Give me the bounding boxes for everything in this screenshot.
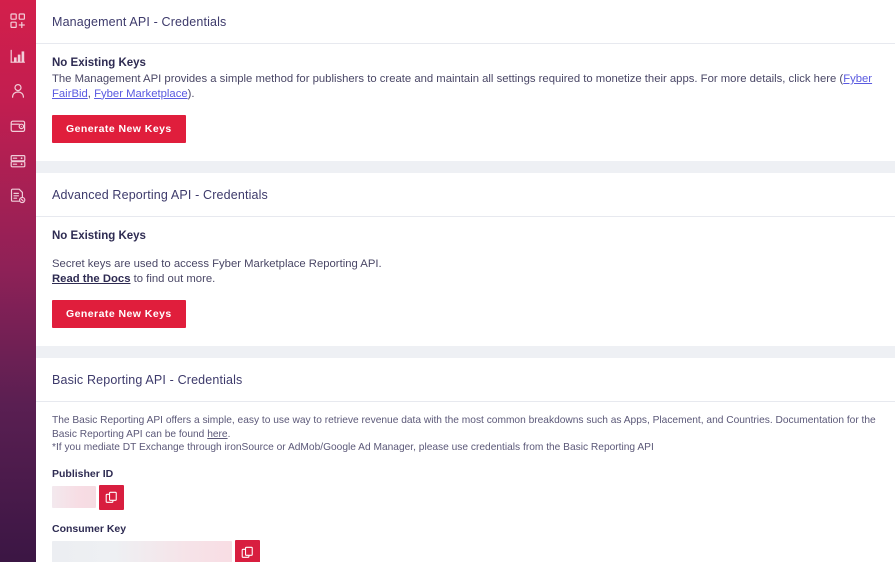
consumer-key-label: Consumer Key <box>52 522 127 535</box>
card-advanced-reporting-api: Advanced Reporting API - Credentials No … <box>36 173 895 346</box>
sidebar-item-payments[interactable] <box>7 115 29 137</box>
management-description-part3: ). <box>187 87 195 100</box>
sidebar-item-reports[interactable] <box>7 45 29 67</box>
wallet-icon <box>9 117 27 135</box>
card-body-management: No Existing Keys The Management API prov… <box>36 44 895 161</box>
card-gap-1 <box>36 161 895 173</box>
sidebar <box>0 0 36 562</box>
app-root: Management API - Credentials No Existing… <box>0 0 895 562</box>
apps-add-icon <box>9 12 27 30</box>
consumer-key-value[interactable] <box>52 541 232 562</box>
generate-new-keys-advanced-button[interactable]: Generate New Keys <box>52 300 186 328</box>
card-title-basic-reporting: Basic Reporting API - Credentials <box>36 358 895 402</box>
copy-consumer-key-button[interactable] <box>235 539 260 562</box>
copy-publisher-id-button[interactable] <box>99 484 124 510</box>
sidebar-item-api-credentials[interactable] <box>7 185 29 207</box>
sidebar-item-account[interactable] <box>7 80 29 102</box>
basic-reporting-description-part1: The Basic Reporting API offers a simple,… <box>52 415 876 440</box>
management-description: The Management API provides a simple met… <box>52 72 879 101</box>
card-basic-reporting-api: Basic Reporting API - Credentials The Ba… <box>36 358 895 562</box>
management-description-part1: The Management API provides a simple met… <box>52 73 844 85</box>
main-content: Management API - Credentials No Existing… <box>36 0 895 562</box>
card-management-api: Management API - Credentials No Existing… <box>36 0 895 161</box>
basic-reporting-description-part2: . <box>227 428 231 440</box>
card-title-advanced-reporting: Advanced Reporting API - Credentials <box>36 173 895 217</box>
card-body-advanced-reporting: No Existing Keys Secret keys are used to… <box>36 217 895 346</box>
copy-icon <box>241 546 254 559</box>
basic-reporting-note: *If you mediate DT Exchange through iron… <box>52 442 654 453</box>
card-body-basic-reporting: The Basic Reporting API offers a simple,… <box>36 402 895 562</box>
card-gap-2 <box>36 346 895 358</box>
basic-reporting-here-link[interactable]: here <box>207 429 227 440</box>
card-title-management: Management API - Credentials <box>36 0 895 44</box>
server-icon <box>9 152 27 170</box>
advanced-reporting-line2: to find out more. <box>130 272 216 285</box>
fyber-marketplace-link[interactable]: Fyber Marketplace <box>94 88 188 100</box>
advanced-reporting-status: No Existing Keys <box>52 230 146 242</box>
bar-chart-icon <box>9 47 27 65</box>
advanced-reporting-line1: Secret keys are used to access Fyber Mar… <box>52 258 382 270</box>
management-status: No Existing Keys <box>52 57 146 69</box>
document-settings-icon <box>9 187 27 205</box>
advanced-reporting-description: Secret keys are used to access Fyber Mar… <box>52 257 879 286</box>
consumer-key-row <box>52 539 879 562</box>
copy-icon <box>105 491 118 504</box>
sidebar-item-mediation[interactable] <box>7 150 29 172</box>
user-icon <box>9 82 27 100</box>
publisher-id-row <box>52 484 879 510</box>
sidebar-item-apps[interactable] <box>7 10 29 32</box>
publisher-id-label: Publisher ID <box>52 467 114 480</box>
read-the-docs-link[interactable]: Read the Docs <box>52 273 130 285</box>
publisher-id-value[interactable] <box>52 486 96 508</box>
basic-reporting-description: The Basic Reporting API offers a simple,… <box>52 414 879 441</box>
generate-new-keys-management-button[interactable]: Generate New Keys <box>52 115 186 143</box>
